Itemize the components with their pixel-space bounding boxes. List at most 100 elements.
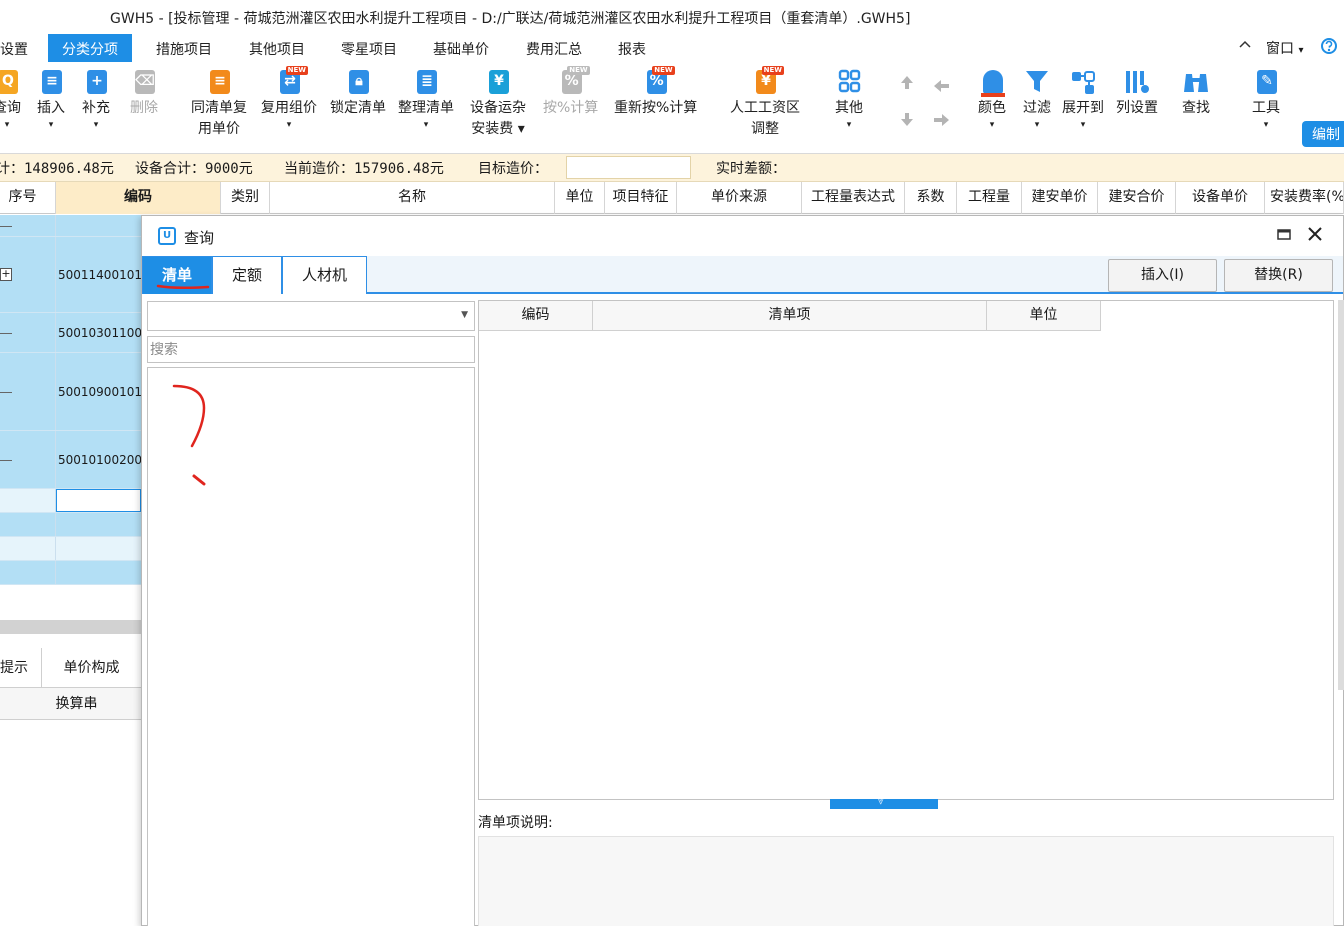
menu-reports[interactable]: 报表 <box>618 39 646 59</box>
reuse-group-label: 复用组价 <box>261 100 317 116</box>
menu-classified-items[interactable]: 分类分项 <box>48 34 132 62</box>
insert-label: 插入 <box>37 100 65 116</box>
window-menu[interactable]: 窗口 ▾ <box>1266 38 1303 58</box>
menu-cost-summary[interactable]: 费用汇总 <box>526 39 582 59</box>
col-header-seq[interactable]: 序号 <box>0 182 56 214</box>
table-row[interactable]: 50010301100 <box>0 313 142 353</box>
edit-mode-button[interactable]: 编制 <box>1302 121 1344 147</box>
tools-icon: ✎ <box>1251 66 1281 98</box>
col-header-name[interactable]: 名称 <box>270 182 555 214</box>
menu-base-price[interactable]: 基础单价 <box>433 39 489 59</box>
query-button[interactable]: Q 查询 ▾ <box>0 66 22 131</box>
tab-quota[interactable]: 定额 <box>212 256 282 294</box>
grid-header-unit[interactable]: 单位 <box>987 301 1101 331</box>
reuse-group-price-button[interactable]: ⇄ NEW 复用组价 ▾ <box>261 66 317 131</box>
col-header-coefficient[interactable]: 系数 <box>905 182 957 214</box>
new-badge: NEW <box>652 66 675 75</box>
col-header-category[interactable]: 类别 <box>221 182 270 214</box>
scrollbar[interactable] <box>1338 300 1344 690</box>
equipment-transport-button[interactable]: ¥ 设备运杂 安装费 ▾ <box>470 66 526 140</box>
table-row[interactable] <box>0 561 141 585</box>
col-header-features[interactable]: 项目特征 <box>605 182 677 214</box>
arrow-right-icon <box>934 114 949 126</box>
menu-other-items[interactable]: 其他项目 <box>249 39 305 59</box>
search-input[interactable] <box>147 336 475 363</box>
list-tree-panel[interactable] <box>147 367 475 926</box>
tools-button[interactable]: ✎ 工具 ▾ <box>1251 66 1281 131</box>
library-select[interactable]: ▼ <box>147 301 475 331</box>
tab-price-composition[interactable]: 单价构成 <box>42 648 141 688</box>
col-header-total-price[interactable]: 建安合价 <box>1098 182 1176 214</box>
collapse-splitter[interactable]: ⩔ <box>830 796 938 809</box>
table-row[interactable]: 50010100200 <box>0 431 142 489</box>
color-button[interactable]: 颜色 ▾ <box>977 66 1007 131</box>
insert-arrow: ▾ <box>48 120 54 130</box>
insert-button[interactable]: 插入(I) <box>1108 259 1217 292</box>
reuse-group-arrow: ▾ <box>286 120 292 130</box>
chevron-up-icon[interactable] <box>1238 38 1252 56</box>
supplement-button[interactable]: + 补充 ▾ <box>81 66 111 131</box>
col-header-code[interactable]: 编码 <box>56 182 221 214</box>
replace-button[interactable]: 替换(R) <box>1224 259 1333 292</box>
organize-icon: ≣ <box>411 66 441 98</box>
grid-header-code[interactable]: 编码 <box>479 301 593 331</box>
expand-to-button[interactable]: 展开到 ▾ <box>1062 66 1104 131</box>
other-button[interactable]: 其他 ▾ <box>834 66 864 131</box>
lock-list-button[interactable]: 🔒︎ 锁定清单 <box>330 66 386 119</box>
expand-icon[interactable]: + <box>0 267 12 281</box>
expand-to-arrow: ▾ <box>1080 120 1086 130</box>
labor-wage-icon: ¥ NEW <box>750 66 784 98</box>
find-button[interactable]: 查找 <box>1181 66 1211 119</box>
col-header-install-rate[interactable]: 安装费率(% <box>1265 182 1344 214</box>
window-title: GWH5 - [投标管理 - 荷城范洲灌区农田水利提升工程项目 - D:/广联达… <box>110 11 911 27</box>
col-header-equipment-price[interactable]: 设备单价 <box>1176 182 1265 214</box>
col-header-unit-price[interactable]: 建安单价 <box>1022 182 1098 214</box>
tab-labor-material-machine[interactable]: 人材机 <box>282 256 367 294</box>
delete-button[interactable]: ⌫ 删除 <box>129 66 159 119</box>
help-icon[interactable] <box>1320 37 1338 59</box>
close-icon[interactable] <box>1307 223 1323 247</box>
arrow-left-icon <box>934 80 949 92</box>
menu-settings[interactable]: 设置 <box>0 39 28 59</box>
equipment-total-text: 设备合计：9000元 <box>135 161 253 177</box>
column-settings-button[interactable]: 列设置 <box>1116 66 1158 119</box>
filter-button[interactable]: 过滤 ▾ <box>1022 66 1052 131</box>
lower-panel: 提示 单价构成 换算串 <box>0 634 141 926</box>
reuse-price-same-list-button[interactable]: ≡ 同清单复 用单价 <box>191 66 247 140</box>
labor-wage-adjust-button[interactable]: ¥ NEW 人工工资区 调整 <box>730 66 800 140</box>
col-header-quantity[interactable]: 工程量 <box>957 182 1022 214</box>
menu-sporadic-items[interactable]: 零星项目 <box>341 39 397 59</box>
organize-list-button[interactable]: ≣ 整理清单 ▾ <box>398 66 454 131</box>
recalc-icon: % NEW <box>641 66 675 98</box>
table-row[interactable] <box>0 513 141 537</box>
panel-splitter[interactable] <box>0 620 141 634</box>
supplement-label: 补充 <box>82 100 110 116</box>
menu-measure-items[interactable]: 措施项目 <box>156 39 212 59</box>
recalc-percent-button[interactable]: % NEW 重新按%计算 <box>614 66 697 119</box>
table-row[interactable] <box>0 215 141 237</box>
col-header-unit[interactable]: 单位 <box>555 182 605 214</box>
filter-arrow: ▾ <box>1034 120 1040 130</box>
insert-button[interactable]: ≡ 插入 ▾ <box>36 66 66 131</box>
table-row[interactable] <box>0 489 141 513</box>
table-row[interactable] <box>0 537 141 561</box>
lock-list-label: 锁定清单 <box>330 100 386 116</box>
delete-label: 删除 <box>130 100 158 116</box>
chevron-down-icon: ⩔ <box>878 796 884 807</box>
target-cost-input[interactable] <box>566 156 691 179</box>
col-header-price-source[interactable]: 单价来源 <box>677 182 802 214</box>
table-row[interactable]: +50011400101 <box>0 237 142 313</box>
percent-calc-icon: % NEW <box>556 66 590 98</box>
tab-hint-label: 提示 <box>0 660 28 676</box>
other-label: 其他 <box>835 100 863 116</box>
grid-header-list-item[interactable]: 清单项 <box>593 301 987 331</box>
col-header-quantity-expr[interactable]: 工程量表达式 <box>802 182 905 214</box>
maximize-icon[interactable] <box>1277 226 1291 245</box>
list-results-grid[interactable]: 编码 清单项 单位 <box>478 300 1334 800</box>
table-row[interactable]: 50010900101 <box>0 353 142 431</box>
reuse-group-icon: ⇄ NEW <box>274 66 308 98</box>
percent-calc-button[interactable]: % NEW 按%计算 <box>543 66 598 119</box>
tab-hint[interactable]: 提示 <box>0 648 42 688</box>
other-arrow: ▾ <box>846 120 852 130</box>
supplement-icon: + <box>81 66 111 98</box>
